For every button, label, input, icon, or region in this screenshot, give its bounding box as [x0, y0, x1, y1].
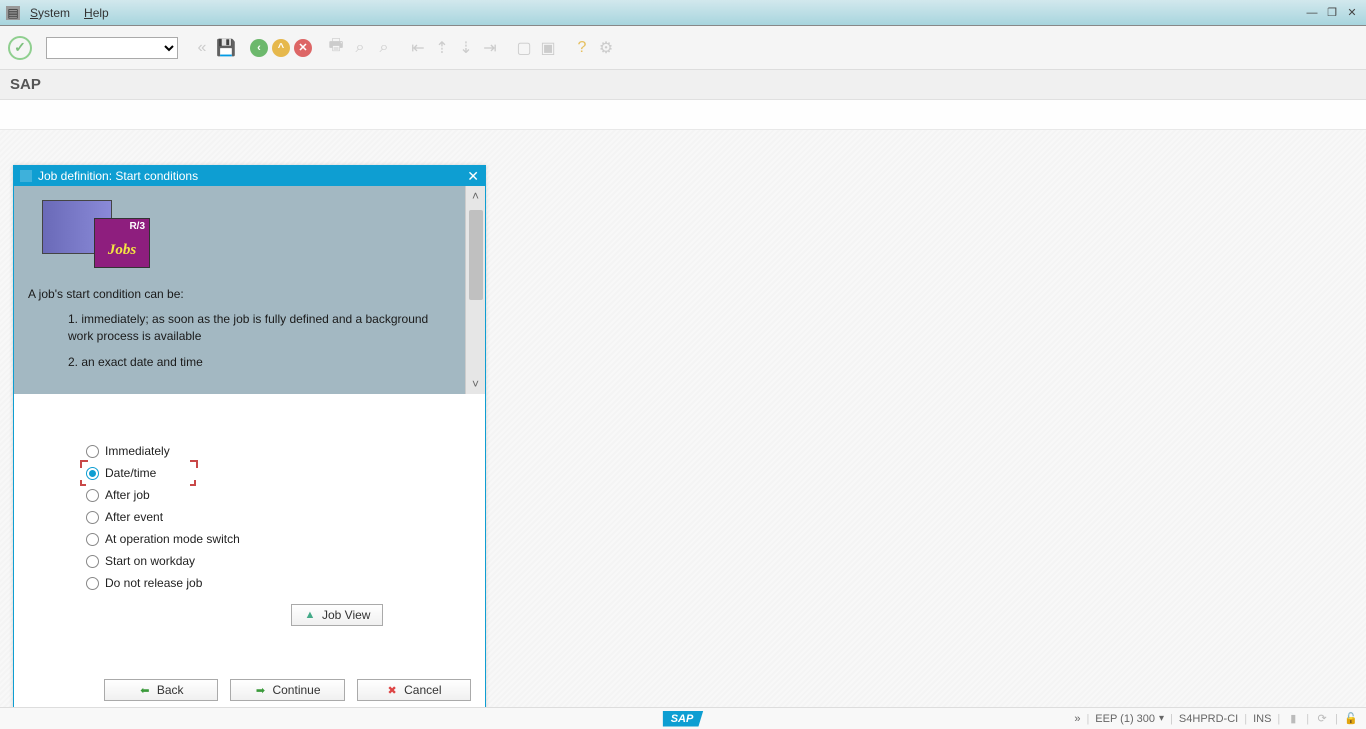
- info-scrollbar[interactable]: ˄ ˅: [465, 186, 485, 394]
- main-area: Job definition: Start conditions ✕ R/3 J…: [0, 130, 1366, 707]
- scroll-down-icon[interactable]: ˅: [466, 374, 485, 394]
- radio-immediately[interactable]: Immediately: [86, 440, 425, 462]
- status-lock-icon: 🔓: [1344, 712, 1358, 726]
- sap-logo: SAP: [663, 711, 704, 727]
- radio-label-workday: Start on workday: [105, 554, 195, 568]
- info-item-1: 1. immediately; as soon as the job is fu…: [68, 311, 451, 346]
- info-heading: A job's start condition can be:: [28, 286, 451, 303]
- dialog-titlebar: Job definition: Start conditions ✕: [14, 166, 485, 186]
- close-window-button[interactable]: ✕: [1344, 6, 1360, 20]
- radio-label-opmode: At operation mode switch: [105, 532, 240, 546]
- dialog-button-row: ⬅ Back ➡ Continue ✖ Cancel: [14, 679, 485, 701]
- toolbar: ✓ « 💾 ‹ ^ ✕ 🖶 ⌕ ⌕ ⇤ ⇡ ⇣ ⇥ ▢ ▣ ? ⚙: [0, 26, 1366, 70]
- find-next-icon[interactable]: ⌕: [374, 38, 394, 58]
- info-item-2: 2. an exact date and time: [68, 354, 451, 371]
- statusbar: SAP » | EEP (1) 300 ▾ | S4HPRD-CI | INS …: [0, 707, 1366, 729]
- dialog-title-text: Job definition: Start conditions: [38, 169, 198, 183]
- menu-system[interactable]: System: [30, 6, 70, 20]
- radio-norelease[interactable]: Do not release job: [86, 572, 425, 594]
- restore-button[interactable]: ❐: [1324, 6, 1340, 20]
- minimize-button[interactable]: —: [1304, 6, 1320, 20]
- back-arrow-icon: ⬅: [139, 684, 151, 696]
- cancel-x-icon: ✖: [386, 684, 398, 696]
- radio-label-afterjob: After job: [105, 488, 150, 502]
- radio-opmode[interactable]: At operation mode switch: [86, 528, 425, 550]
- radio-label-norelease: Do not release job: [105, 576, 202, 590]
- command-field[interactable]: [46, 37, 178, 59]
- radio-datetime[interactable]: Date/time: [86, 462, 425, 484]
- enter-button[interactable]: ✓: [8, 36, 32, 60]
- radio-workday[interactable]: Start on workday: [86, 550, 425, 572]
- status-sync-icon: ⟳: [1315, 712, 1329, 726]
- cancel-label: Cancel: [404, 683, 441, 697]
- radio-after-event[interactable]: After event: [86, 506, 425, 528]
- cancel-button[interactable]: ✖ Cancel: [357, 679, 471, 701]
- radio-group: Immediately Date/time After job After ev…: [14, 394, 485, 636]
- back-button[interactable]: ⬅ Back: [104, 679, 218, 701]
- radio-after-job[interactable]: After job: [86, 484, 425, 506]
- back-label: Back: [157, 683, 184, 697]
- radio-label-datetime: Date/time: [105, 466, 156, 480]
- last-page-icon[interactable]: ⇥: [480, 38, 500, 58]
- scroll-up-icon[interactable]: ˄: [466, 186, 485, 206]
- status-client[interactable]: EEP (1) 300: [1095, 713, 1155, 725]
- menu-help[interactable]: Help: [84, 6, 109, 20]
- next-page-icon[interactable]: ⇣: [456, 38, 476, 58]
- job-view-label: Job View: [322, 608, 370, 622]
- job-view-button[interactable]: ▲ Job View: [291, 604, 383, 626]
- menubar: ▤ System Help — ❐ ✕: [0, 0, 1366, 26]
- shortcut-icon[interactable]: ▣: [538, 38, 558, 58]
- save-icon[interactable]: 💾: [216, 38, 236, 58]
- dialog-job-start-conditions: Job definition: Start conditions ✕ R/3 J…: [13, 165, 486, 710]
- info-panel: R/3 Jobs A job's start condition can be:…: [14, 186, 485, 394]
- scroll-thumb[interactable]: [469, 210, 483, 300]
- customize-icon[interactable]: ⚙: [596, 38, 616, 58]
- continue-button[interactable]: ➡ Continue: [230, 679, 344, 701]
- status-host: S4HPRD-CI: [1179, 713, 1238, 725]
- dialog-icon: [20, 170, 32, 182]
- status-mode: INS: [1253, 713, 1271, 725]
- job-view-icon: ▲: [304, 609, 316, 621]
- nav-first-icon[interactable]: «: [192, 38, 212, 58]
- help-icon[interactable]: ?: [572, 38, 592, 58]
- find-icon[interactable]: ⌕: [350, 38, 370, 58]
- status-signal-icon: ▮: [1286, 712, 1300, 726]
- cancel-icon[interactable]: ✕: [294, 39, 312, 57]
- app-title-bar: SAP: [0, 70, 1366, 100]
- exit-icon[interactable]: ^: [272, 39, 290, 57]
- radio-label-immediately: Immediately: [105, 444, 170, 458]
- prev-page-icon[interactable]: ⇡: [432, 38, 452, 58]
- chevron-down-icon[interactable]: ▾: [1159, 713, 1164, 724]
- continue-arrow-icon: ➡: [254, 684, 266, 696]
- first-page-icon[interactable]: ⇤: [408, 38, 428, 58]
- print-icon[interactable]: 🖶: [326, 38, 346, 58]
- back-icon[interactable]: ‹: [250, 39, 268, 57]
- graphic-jobs-label: Jobs: [95, 234, 149, 267]
- continue-label: Continue: [272, 683, 320, 697]
- graphic-r3-label: R/3: [95, 219, 149, 234]
- sub-toolbar: [0, 100, 1366, 130]
- window-icon[interactable]: ▤: [6, 6, 20, 20]
- radio-label-afterevent: After event: [105, 510, 163, 524]
- app-title: SAP: [10, 76, 41, 93]
- new-session-icon[interactable]: ▢: [514, 38, 534, 58]
- info-graphic: R/3 Jobs: [28, 196, 148, 268]
- dialog-close-button[interactable]: ✕: [467, 168, 479, 185]
- status-more[interactable]: »: [1074, 713, 1080, 725]
